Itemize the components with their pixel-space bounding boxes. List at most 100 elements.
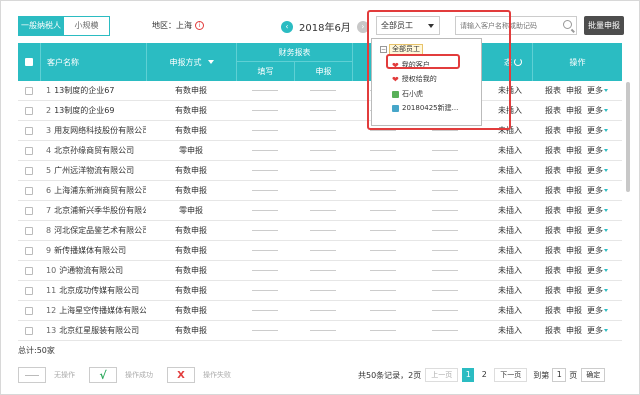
search-icon[interactable]	[563, 20, 572, 29]
more-menu[interactable]: 更多	[587, 126, 608, 135]
column-5-cell	[352, 201, 414, 221]
more-menu[interactable]: 更多	[587, 166, 608, 175]
status-cell: 未插入	[498, 186, 522, 195]
select-all-checkbox[interactable]	[25, 58, 33, 66]
declare-link[interactable]: 申报	[566, 246, 582, 255]
month-navigator: ‹ 2018年6月 ›	[281, 19, 369, 34]
report-link[interactable]: 报表	[545, 106, 561, 115]
more-menu[interactable]: 更多	[587, 286, 608, 295]
declare-link[interactable]: 申报	[566, 86, 582, 95]
declare-link[interactable]: 申报	[566, 206, 582, 215]
row-checkbox[interactable]	[25, 267, 33, 275]
refresh-icon[interactable]	[514, 58, 522, 66]
row-checkbox[interactable]	[25, 147, 33, 155]
more-menu[interactable]: 更多	[587, 266, 608, 275]
more-menu[interactable]: 更多	[587, 246, 608, 255]
select-all-cell	[18, 43, 40, 81]
more-menu[interactable]: 更多	[587, 226, 608, 235]
page-2-button[interactable]: 2	[478, 368, 490, 382]
chevron-down-icon	[604, 269, 608, 272]
header-declare-method[interactable]: 申报方式	[146, 43, 236, 81]
vertical-scrollbar[interactable]	[626, 82, 630, 192]
confirm-page-button[interactable]: 确定	[581, 368, 606, 382]
row-checkbox[interactable]	[25, 327, 33, 335]
report-link[interactable]: 报表	[545, 86, 561, 95]
declare-link[interactable]: 申报	[566, 266, 582, 275]
customer-name: 北京孙缘商贸有限公司	[54, 146, 135, 155]
more-label: 更多	[587, 126, 603, 135]
declare-link[interactable]: 申报	[566, 326, 582, 335]
chevron-down-icon	[604, 309, 608, 312]
tab-general-taxpayer[interactable]: 一般纳税人	[18, 16, 64, 36]
report-link[interactable]: 报表	[545, 266, 561, 275]
report-link[interactable]: 报表	[545, 286, 561, 295]
declare-link[interactable]: 申报	[566, 146, 582, 155]
declare-link[interactable]: 申报	[566, 126, 582, 135]
declare-link[interactable]: 申报	[566, 306, 582, 315]
chevron-down-icon	[604, 149, 608, 152]
row-index: 3	[46, 126, 52, 135]
declare-link[interactable]: 申报	[566, 106, 582, 115]
page-1-button[interactable]: 1	[462, 368, 475, 382]
prev-month-icon[interactable]: ‹	[281, 20, 293, 33]
chevron-down-icon	[604, 209, 608, 212]
row-checkbox[interactable]	[25, 187, 33, 195]
declare-link[interactable]: 申报	[566, 286, 582, 295]
row-checkbox[interactable]	[25, 127, 33, 135]
empty-dash	[432, 230, 458, 231]
report-link[interactable]: 报表	[545, 226, 561, 235]
row-index: 11	[46, 286, 57, 295]
declare-method-cell: 有数申报	[175, 266, 207, 275]
column-5-cell	[352, 261, 414, 281]
table-row: 9 新传播媒体有限公司 有数申报 未插入 报表 申报 更多	[18, 241, 622, 261]
prev-page-button[interactable]: 上一页	[425, 368, 459, 382]
fill-cell	[236, 241, 294, 261]
batch-declare-button[interactable]: 批量申报	[584, 16, 624, 35]
empty-dash	[432, 190, 458, 191]
fill-cell	[236, 201, 294, 221]
row-index: 12	[46, 306, 57, 315]
customer-name-cell: 11 北京成功传媒有限公司	[46, 281, 146, 301]
goto-page-input[interactable]: 1	[552, 368, 567, 382]
row-checkbox[interactable]	[25, 247, 33, 255]
more-menu[interactable]: 更多	[587, 86, 608, 95]
next-page-button[interactable]: 下一页	[494, 368, 528, 382]
empty-dash	[432, 170, 458, 171]
row-checkbox[interactable]	[25, 167, 33, 175]
more-menu[interactable]: 更多	[587, 146, 608, 155]
status-cell: 未插入	[498, 326, 522, 335]
row-checkbox[interactable]	[25, 87, 33, 95]
row-checkbox[interactable]	[25, 287, 33, 295]
tab-small-scale[interactable]: 小规模	[64, 16, 110, 36]
more-label: 更多	[587, 106, 603, 115]
more-menu[interactable]: 更多	[587, 106, 608, 115]
declare-cell	[294, 161, 352, 181]
report-link[interactable]: 报表	[545, 186, 561, 195]
report-link[interactable]: 报表	[545, 246, 561, 255]
report-link[interactable]: 报表	[545, 126, 561, 135]
row-checkbox[interactable]	[25, 307, 33, 315]
report-link[interactable]: 报表	[545, 166, 561, 175]
chevron-down-icon	[604, 189, 608, 192]
row-checkbox[interactable]	[25, 107, 33, 115]
row-checkbox[interactable]	[25, 227, 33, 235]
report-link[interactable]: 报表	[545, 146, 561, 155]
info-icon[interactable]: i	[195, 21, 204, 30]
operations-cell: 报表 申报 更多	[532, 321, 622, 341]
report-link[interactable]: 报表	[545, 306, 561, 315]
row-checkbox[interactable]	[25, 207, 33, 215]
customer-name: 沪通物流有限公司	[59, 266, 124, 275]
report-link[interactable]: 报表	[545, 206, 561, 215]
declare-link[interactable]: 申报	[566, 166, 582, 175]
empty-dash	[252, 170, 278, 171]
more-menu[interactable]: 更多	[587, 206, 608, 215]
empty-dash	[310, 170, 336, 171]
more-menu[interactable]: 更多	[587, 326, 608, 335]
more-menu[interactable]: 更多	[587, 306, 608, 315]
more-menu[interactable]: 更多	[587, 186, 608, 195]
declare-link[interactable]: 申报	[566, 226, 582, 235]
row-check-cell	[18, 241, 40, 261]
declare-link[interactable]: 申报	[566, 186, 582, 195]
report-link[interactable]: 报表	[545, 326, 561, 335]
customer-name-cell: 1 13制度的企业67	[46, 81, 146, 101]
